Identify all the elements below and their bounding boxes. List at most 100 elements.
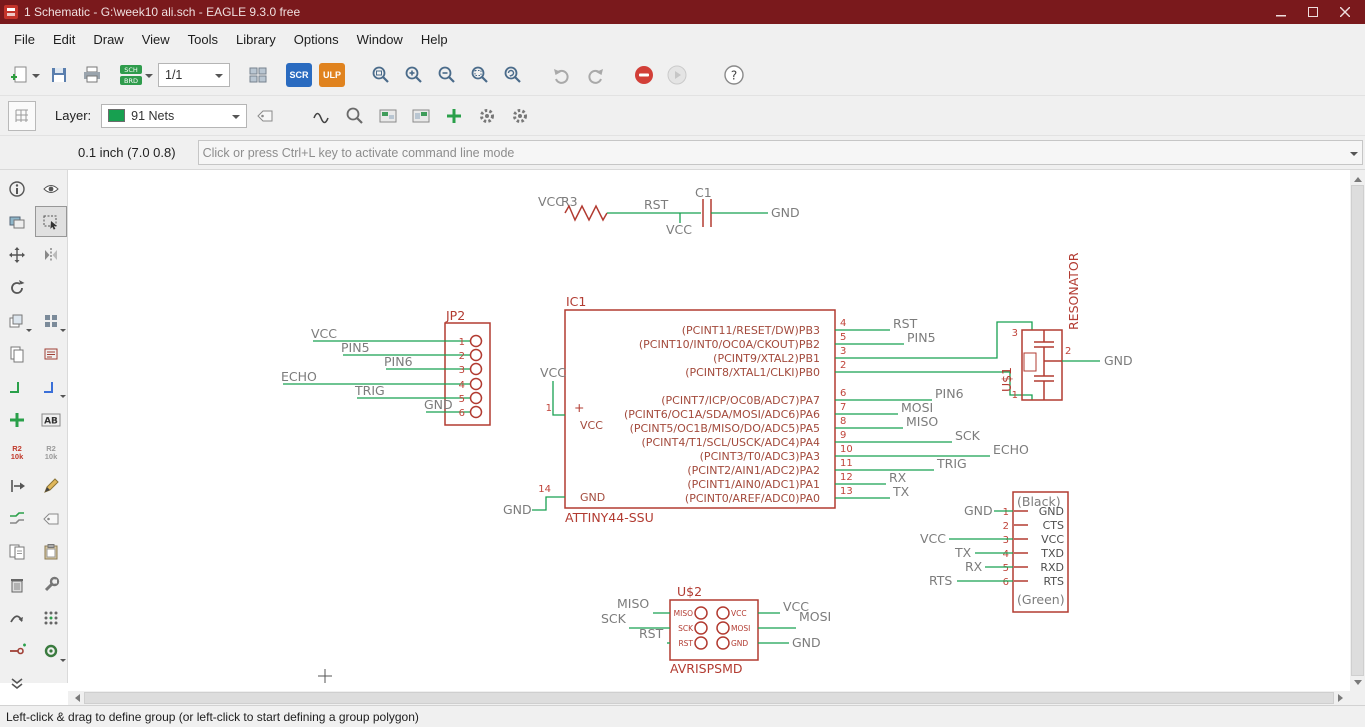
sch-brd-switch-button[interactable]: SCH BRD: [119, 60, 153, 90]
stop-button[interactable]: [630, 60, 658, 90]
show-object-button[interactable]: [341, 101, 369, 131]
redo-button[interactable]: [581, 60, 609, 90]
zoom-select-button[interactable]: [466, 60, 494, 90]
copy-group-tool[interactable]: [1, 305, 33, 336]
isp-pad[interactable]: [716, 636, 730, 650]
isp-pin-name[interactable]: SCK: [678, 624, 694, 633]
menu-view[interactable]: View: [133, 27, 179, 52]
net-label-rx[interactable]: RX: [889, 470, 907, 485]
ic1-pin-number[interactable]: 8: [840, 416, 846, 427]
junction-plus-icon[interactable]: [440, 101, 468, 131]
group-select-tool[interactable]: [35, 206, 67, 237]
ic1-pin-number[interactable]: 3: [840, 346, 846, 357]
ic1-pin-name[interactable]: (PCINT11/RESET/DW)PB3: [682, 324, 820, 337]
net-label-vcc[interactable]: VCC: [920, 531, 946, 546]
change-tool[interactable]: [35, 569, 67, 600]
ftdi-pin-name[interactable]: GND: [1039, 505, 1064, 518]
gear-button-b[interactable]: [506, 101, 534, 131]
ratsnest-tool[interactable]: [35, 602, 67, 633]
rotate-tool[interactable]: [1, 272, 33, 303]
ulp-button[interactable]: ULP: [318, 60, 346, 90]
ic1-pin-name[interactable]: (PCINT4/T1/SCL/USCK/ADC4)PA4: [642, 436, 820, 449]
zoom-fit-button[interactable]: [367, 60, 395, 90]
name-tool[interactable]: [35, 470, 67, 501]
part-name-u2[interactable]: U$2: [677, 584, 702, 599]
ic1-pin-name[interactable]: (PCINT8/XTAL1/CLKI)PB0: [685, 366, 820, 379]
grid-button[interactable]: [8, 100, 36, 131]
ftdi-pin-name[interactable]: VCC: [1041, 533, 1064, 546]
net-label-vcc[interactable]: VCC: [311, 326, 337, 341]
menu-window[interactable]: Window: [348, 27, 412, 52]
ic1-pin-name[interactable]: (PCINT1/AIN0/ADC1)PA1: [687, 478, 820, 491]
command-line-input[interactable]: [202, 145, 1348, 160]
net-label-gnd[interactable]: GND: [792, 635, 821, 650]
jp2-pad[interactable]: [469, 405, 483, 419]
delete-tool[interactable]: [1, 569, 33, 600]
net-label-rx[interactable]: RX: [965, 559, 983, 574]
part-name-jp2[interactable]: JP2: [445, 308, 465, 323]
part-value-resonator[interactable]: RESONATOR: [1066, 252, 1081, 330]
scroll-up-arrow[interactable]: [1350, 170, 1365, 184]
ic1-pin-number-14[interactable]: 14: [538, 484, 551, 495]
array-tool[interactable]: [35, 305, 67, 336]
part-name-u1[interactable]: U$1: [999, 367, 1014, 392]
jp2-pin-number[interactable]: 5: [459, 394, 465, 405]
pinswap-tool[interactable]: [1, 470, 33, 501]
ic1-pin-name[interactable]: (PCINT3/T0/ADC3)PA3: [700, 450, 820, 463]
net-label-tx[interactable]: TX: [892, 484, 910, 499]
part-name-c1[interactable]: C1: [695, 185, 712, 200]
net-label-echo[interactable]: ECHO: [281, 369, 317, 384]
net-label-gnd[interactable]: GND: [503, 502, 532, 517]
text-tool[interactable]: AB: [35, 404, 67, 435]
move-tool[interactable]: [1, 239, 33, 270]
copy-sheet-tool[interactable]: [1, 536, 33, 567]
menu-file[interactable]: File: [5, 27, 44, 52]
ftdi-pin-number[interactable]: 4: [1003, 549, 1009, 560]
zoom-redraw-button[interactable]: [499, 60, 527, 90]
net-label-gnd[interactable]: GND: [964, 503, 993, 518]
ftdi-pin-name[interactable]: RXD: [1040, 561, 1064, 574]
net-label-rts[interactable]: RTS: [929, 573, 952, 588]
net-label-mosi[interactable]: MOSI: [901, 400, 933, 415]
ic1-pin-number[interactable]: 13: [840, 486, 853, 497]
net-label-miso[interactable]: MISO: [906, 414, 938, 429]
duplicate-tool[interactable]: [1, 338, 33, 369]
ic1-pin-number[interactable]: 6: [840, 388, 846, 399]
jp2-pin-number[interactable]: 3: [459, 365, 465, 376]
net-label-tx[interactable]: TX: [954, 545, 972, 560]
ftdi-pin-name[interactable]: CTS: [1043, 519, 1064, 532]
design-manager-button[interactable]: [244, 60, 272, 90]
net-label-vcc[interactable]: VCC: [540, 365, 566, 380]
ic1-pin-number[interactable]: 4: [840, 318, 846, 329]
net-tool[interactable]: [35, 371, 67, 402]
board-sync-button-b[interactable]: [407, 101, 435, 131]
isp-pad[interactable]: [716, 606, 730, 620]
component-resonator[interactable]: 3 1 2 U$1 RESONATOR GND: [999, 252, 1133, 401]
jp2-pad[interactable]: [469, 334, 483, 348]
isp-pin-name[interactable]: VCC: [731, 609, 747, 618]
invoke-tool[interactable]: [35, 338, 67, 369]
net-label-miso[interactable]: MISO: [617, 596, 649, 611]
more-tools-button[interactable]: [1, 668, 33, 699]
resonator-pin-number[interactable]: 2: [1065, 346, 1071, 357]
net-label-echo[interactable]: ECHO: [993, 442, 1029, 457]
new-document-button[interactable]: [10, 60, 40, 90]
ic1-pin-number[interactable]: 2: [840, 360, 846, 371]
zoom-in-button[interactable]: [400, 60, 428, 90]
resonator-body[interactable]: [1021, 329, 1063, 401]
scroll-left-arrow[interactable]: [68, 691, 83, 705]
horizontal-scrollbar[interactable]: [68, 691, 1350, 705]
net-label-gnd[interactable]: GND: [1104, 353, 1133, 368]
undo-button[interactable]: [548, 60, 576, 90]
ic1-pin-number[interactable]: 11: [840, 458, 853, 469]
wire-tool[interactable]: [1, 371, 33, 402]
scroll-down-arrow[interactable]: [1350, 677, 1365, 691]
replace-part-tool[interactable]: R2 10k: [35, 437, 67, 468]
jp2-pin-number[interactable]: 2: [459, 351, 465, 362]
net-label-rst[interactable]: RST: [644, 197, 669, 212]
ftdi-pin-name[interactable]: RTS: [1043, 575, 1064, 588]
info-tool[interactable]: [1, 173, 33, 204]
menu-library[interactable]: Library: [227, 27, 285, 52]
net-label-rst[interactable]: RST: [639, 626, 664, 641]
part-name-ic1[interactable]: IC1: [566, 294, 586, 309]
